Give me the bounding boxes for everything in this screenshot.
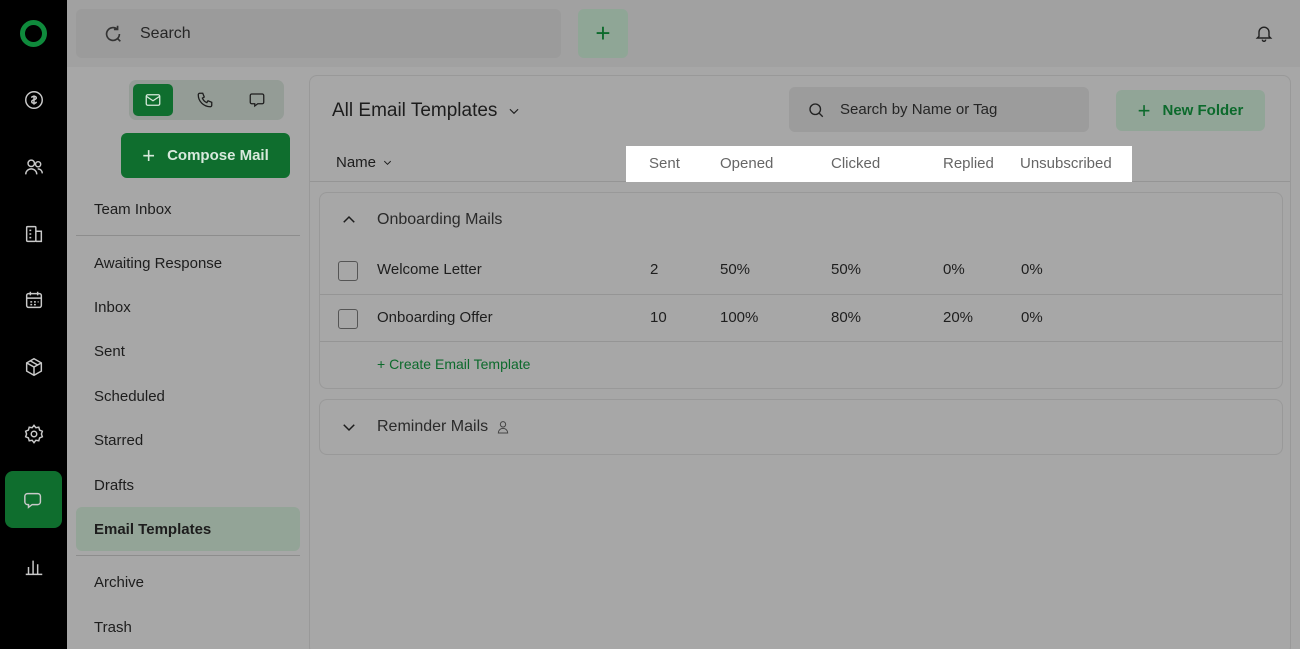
- group-title-text: Onboarding Mails: [377, 211, 503, 228]
- replied-rate: 20%: [943, 309, 974, 326]
- contacts-icon[interactable]: [18, 151, 49, 182]
- template-name[interactable]: Onboarding Offer: [377, 309, 493, 326]
- company-icon[interactable]: [18, 218, 49, 249]
- sidebar-item-scheduled[interactable]: Scheduled: [76, 374, 300, 418]
- sidebar-item-trash[interactable]: Trash: [76, 605, 300, 649]
- column-header-replied: Replied: [943, 155, 994, 172]
- mail-icon: [145, 94, 161, 106]
- group-title: Onboarding Mails: [377, 211, 502, 229]
- calendar-icon[interactable]: [18, 284, 49, 315]
- deals-icon[interactable]: [18, 84, 49, 115]
- sidebar-item-awaiting-response[interactable]: Awaiting Response: [76, 241, 300, 285]
- settings-gear-icon[interactable]: [18, 418, 49, 449]
- group-title: Reminder Mails: [377, 418, 511, 436]
- app-logo-icon[interactable]: [20, 20, 47, 47]
- search-refresh-icon: [105, 25, 121, 42]
- template-group-reminder: Reminder Mails: [319, 399, 1283, 455]
- user-icon: [497, 421, 509, 434]
- metrics-header-highlight: Sent Opened Clicked Replied Unsubscribed: [626, 146, 1132, 182]
- sent-count: 2: [650, 261, 659, 278]
- channel-toggle: [129, 80, 284, 120]
- sidebar-item-label: Sent: [94, 342, 125, 360]
- email-channel-button[interactable]: [133, 84, 173, 116]
- sidebar-item-archive[interactable]: Archive: [76, 560, 300, 604]
- chevron-down-icon: [509, 108, 519, 115]
- replied-rate: 0%: [943, 261, 965, 278]
- sidebar-item-email-templates[interactable]: Email Templates: [76, 507, 300, 551]
- chat-icon: [249, 93, 265, 108]
- phone-icon: [197, 92, 213, 108]
- sidebar-item-label: Email Templates: [94, 520, 212, 538]
- templates-panel: All Email Templates Search by Name or Ta…: [309, 75, 1291, 649]
- plus-icon: +: [1137, 97, 1151, 123]
- create-template-row: + Create Email Template: [320, 341, 1282, 388]
- sidebar-item-team-inbox[interactable]: Team Inbox: [76, 187, 300, 231]
- sent-count: 10: [650, 309, 667, 326]
- group-title-text: Reminder Mails: [377, 418, 489, 435]
- sidebar-item-starred[interactable]: Starred: [76, 418, 300, 462]
- compose-mail-label: Compose Mail: [167, 147, 269, 164]
- row-checkbox[interactable]: [338, 261, 358, 281]
- quick-add-button[interactable]: +: [578, 9, 628, 58]
- column-header-opened: Opened: [720, 155, 774, 172]
- search-icon: [809, 102, 824, 117]
- table-row[interactable]: Welcome Letter 2 50% 50% 0% 0%: [320, 247, 1282, 294]
- column-header-name[interactable]: Name: [336, 154, 393, 171]
- sidebar-item-label: Drafts: [94, 476, 135, 494]
- create-email-template-link[interactable]: + Create Email Template: [377, 356, 530, 372]
- conversations-icon[interactable]: [18, 484, 49, 515]
- column-header-sent: Sent: [649, 155, 680, 172]
- compose-mail-button[interactable]: + Compose Mail: [121, 133, 290, 178]
- app-rail: [0, 0, 67, 649]
- template-name[interactable]: Welcome Letter: [377, 261, 482, 278]
- global-search-label: Search: [140, 24, 191, 42]
- unsubscribed-rate: 0%: [1021, 261, 1043, 278]
- clicked-rate: 50%: [831, 261, 862, 278]
- products-icon[interactable]: [18, 351, 49, 382]
- template-search-input[interactable]: Search by Name or Tag: [789, 87, 1089, 132]
- page-title: All Email Templates: [332, 100, 498, 121]
- table-header: Name Sent Opened Clicked Replied Unsubsc…: [310, 146, 1290, 182]
- view-selector[interactable]: All Email Templates: [332, 100, 521, 122]
- sidebar-item-inbox[interactable]: Inbox: [76, 285, 300, 329]
- template-search-placeholder: Search by Name or Tag: [840, 101, 998, 118]
- chat-channel-button[interactable]: [237, 84, 277, 116]
- sidebar-item-label: Team Inbox: [94, 200, 172, 218]
- sidebar-item-label: Inbox: [94, 298, 131, 316]
- global-search[interactable]: Search: [76, 9, 561, 58]
- template-group-onboarding: Onboarding Mails Welcome Letter 2 50% 50…: [319, 192, 1283, 389]
- reports-chart-icon[interactable]: [18, 551, 49, 582]
- notifications-bell-icon[interactable]: [1254, 23, 1274, 43]
- sidebar-item-label: Trash: [94, 618, 132, 636]
- opened-rate: 50%: [720, 261, 751, 278]
- column-header-unsubscribed: Unsubscribed: [1020, 155, 1112, 172]
- unsubscribed-rate: 0%: [1021, 309, 1043, 326]
- chevron-down-icon[interactable]: [340, 418, 358, 436]
- sidebar-divider: [76, 555, 300, 556]
- sidebar-item-label: Scheduled: [94, 387, 165, 405]
- sidebar-item-drafts[interactable]: Drafts: [76, 463, 300, 507]
- plus-icon: +: [142, 142, 156, 168]
- column-label: Name: [336, 154, 377, 171]
- table-row[interactable]: Onboarding Offer 10 100% 80% 20% 0%: [320, 294, 1282, 341]
- group-header[interactable]: Onboarding Mails: [320, 193, 1282, 247]
- row-checkbox[interactable]: [338, 309, 358, 329]
- chevron-down-icon: [383, 160, 392, 165]
- mail-sidebar: + Compose Mail Team Inbox Awaiting Respo…: [67, 67, 308, 649]
- opened-rate: 100%: [720, 309, 759, 326]
- sidebar-item-label: Archive: [94, 573, 145, 591]
- group-header[interactable]: Reminder Mails: [320, 400, 1282, 454]
- clicked-rate: 80%: [831, 309, 862, 326]
- new-folder-button[interactable]: + New Folder: [1116, 90, 1265, 131]
- new-folder-label: New Folder: [1162, 102, 1244, 119]
- sidebar-item-label: Awaiting Response: [94, 254, 223, 272]
- call-channel-button[interactable]: [185, 84, 225, 116]
- chevron-up-icon[interactable]: [340, 211, 358, 229]
- sidebar-item-label: Starred: [94, 431, 144, 449]
- top-bar: Search +: [67, 0, 1300, 67]
- sidebar-item-sent[interactable]: Sent: [76, 329, 300, 373]
- column-header-clicked: Clicked: [831, 155, 881, 172]
- sidebar-divider: [76, 235, 300, 236]
